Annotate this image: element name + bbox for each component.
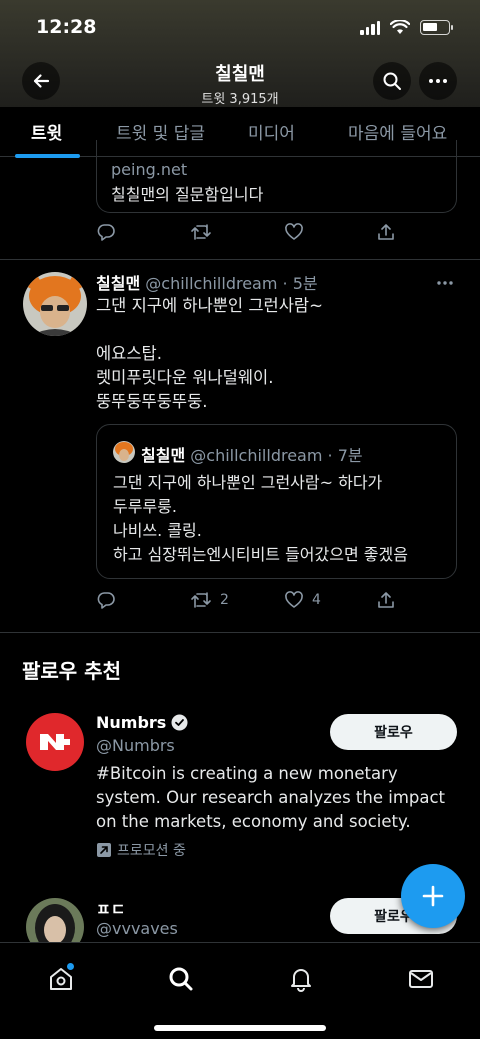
retweet-button[interactable] xyxy=(190,222,212,242)
tweet-text: 그댄 지구에 하나뿐인 그런사람~ 에요스탑. 렛미푸릿다운 워나덜웨이. 뚱뚜… xyxy=(96,296,323,411)
numbrs-logo-icon xyxy=(40,734,70,750)
status-bar: 12:28 xyxy=(0,0,480,56)
share-button[interactable] xyxy=(376,222,396,242)
account-name-text: Numbrs xyxy=(96,713,167,732)
search-icon xyxy=(169,967,193,991)
reply-icon xyxy=(97,592,115,609)
heart-icon xyxy=(285,591,303,608)
nav-explore[interactable] xyxy=(161,959,201,999)
wifi-icon xyxy=(390,20,410,34)
follow-button[interactable]: 팔로우 xyxy=(330,714,457,750)
status-time: 12:28 xyxy=(36,16,97,38)
share-button[interactable] xyxy=(376,590,396,610)
promoted-icon xyxy=(97,843,111,857)
link-card-domain: peing.net xyxy=(111,160,188,179)
promoted-label: 프로모션 중 xyxy=(96,840,186,860)
link-card-title: 칠칠맨의 질문함입니다 xyxy=(111,185,264,204)
reply-icon xyxy=(97,224,115,241)
suggested-account-name[interactable]: ㅍㄷ xyxy=(96,896,125,920)
quoted-author-name: 칠칠맨 xyxy=(141,446,186,465)
avatar-image xyxy=(113,441,135,463)
verified-badge-icon xyxy=(171,714,188,731)
section-divider xyxy=(0,632,480,633)
retweet-button[interactable]: 2 xyxy=(190,590,229,610)
retweet-icon xyxy=(191,224,211,240)
quoted-tweet-text: 그댄 지구에 하나뿐인 그런사람~ 하다가 두루루룽. 나비쓰. 콜링. 하고 … xyxy=(113,473,408,564)
profile-header: 12:28 칠칠맨 트윗 3,915개 xyxy=(0,0,480,107)
suggested-account-handle[interactable]: @vvvaves xyxy=(96,919,178,938)
compose-tweet-button[interactable] xyxy=(401,864,465,928)
bell-icon xyxy=(291,969,311,992)
tweet-actions: 2 4 xyxy=(96,590,396,614)
more-icon xyxy=(437,281,453,285)
avatar[interactable] xyxy=(23,272,87,336)
tweet-author-handle[interactable]: @chillchilldream xyxy=(145,274,277,293)
tweet-author-name[interactable]: 칠칠맨 xyxy=(96,274,140,293)
share-icon xyxy=(378,224,394,240)
retweet-count: 2 xyxy=(220,592,229,608)
search-icon xyxy=(383,72,401,90)
quoted-timestamp: · 7분 xyxy=(327,446,363,465)
quoted-author-handle: @chillchilldream xyxy=(190,446,323,465)
retweet-icon xyxy=(191,592,211,608)
home-indicator xyxy=(154,1025,326,1031)
suggested-account-bio: #Bitcoin is creating a new monetary syst… xyxy=(96,764,446,831)
prev-tweet-actions xyxy=(96,222,396,246)
reply-button[interactable] xyxy=(96,590,116,610)
nav-home[interactable] xyxy=(41,959,81,999)
link-card[interactable]: peing.net 칠칠맨의 질문함입니다 xyxy=(96,140,457,213)
follow-suggestions-title: 팔로우 추천 xyxy=(22,659,121,683)
nav-messages[interactable] xyxy=(401,959,441,999)
tweet-timestamp[interactable]: · 5분 xyxy=(283,274,318,293)
plus-icon xyxy=(422,885,444,907)
search-button[interactable] xyxy=(373,62,411,100)
mail-icon xyxy=(409,970,433,988)
promoted-text: 프로모션 중 xyxy=(117,843,186,859)
tweet-divider xyxy=(0,259,480,260)
more-button[interactable] xyxy=(419,62,457,100)
like-count: 4 xyxy=(312,592,321,608)
new-content-dot xyxy=(67,963,74,970)
share-icon xyxy=(378,592,394,608)
quoted-tweet[interactable]: 칠칠맨 @chillchilldream · 7분 그댄 지구에 하나뿐인 그런… xyxy=(96,424,457,579)
suggested-account-name[interactable]: Numbrs xyxy=(96,713,188,732)
status-icons xyxy=(360,20,453,35)
like-button[interactable] xyxy=(284,222,304,242)
quoted-avatar xyxy=(113,441,135,463)
nav-notifications[interactable] xyxy=(281,959,321,999)
more-icon xyxy=(429,79,447,83)
tweet-more-button[interactable] xyxy=(436,270,454,291)
account-name-text: ㅍㄷ xyxy=(96,900,126,919)
tweet-header: 칠칠맨 @chillchilldream · 5분 xyxy=(96,270,318,294)
quoted-tweet-header: 칠칠맨 @chillchilldream · 7분 xyxy=(141,442,363,466)
active-tab-indicator xyxy=(15,154,80,158)
tab-tweets[interactable]: 트윗 xyxy=(31,119,62,144)
avatar-image xyxy=(23,272,87,336)
reply-button[interactable] xyxy=(96,222,116,242)
like-button[interactable]: 4 xyxy=(284,590,321,610)
battery-icon xyxy=(420,20,453,35)
bottom-navigation xyxy=(0,942,480,1039)
cellular-signal-icon xyxy=(360,20,380,35)
suggested-account-handle[interactable]: @Numbrs xyxy=(96,736,175,755)
numbrs-avatar[interactable] xyxy=(26,713,84,771)
heart-icon xyxy=(285,223,303,240)
